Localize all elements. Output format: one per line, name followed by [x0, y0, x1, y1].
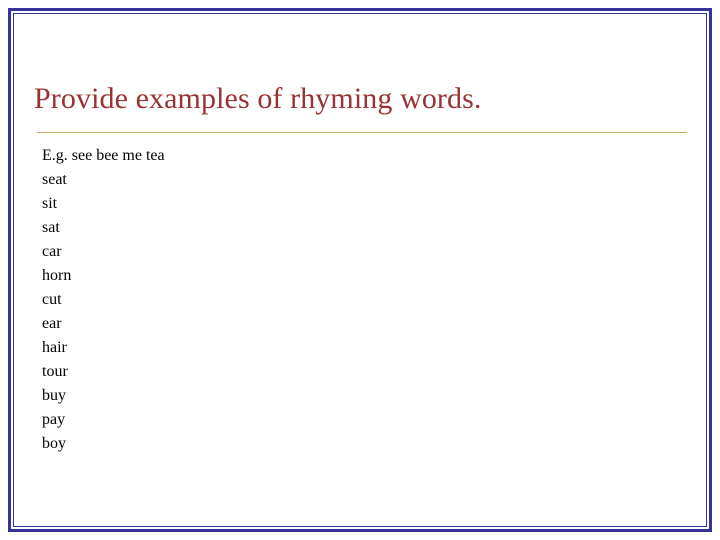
list-item: cut — [42, 291, 62, 308]
list-item: hair — [42, 339, 67, 356]
list-item: pay — [42, 411, 66, 428]
slide-content: Provide examples of rhyming words. E.g. … — [34, 30, 687, 510]
list-item: seat — [42, 171, 67, 188]
list-item: buy — [42, 387, 66, 404]
list-item: sat — [42, 219, 60, 236]
list-item: horn — [42, 267, 72, 284]
list-item: ear — [42, 315, 62, 332]
slide: Provide examples of rhyming words. E.g. … — [0, 0, 720, 540]
list-item: E.g. see bee me tea — [42, 147, 165, 164]
list-item: sit — [42, 195, 58, 212]
list-item: car — [42, 243, 62, 260]
list-item: tour — [42, 363, 68, 380]
slide-title: Provide examples of rhyming words. — [34, 82, 482, 115]
list-item: boy — [42, 435, 66, 452]
body-text-list: E.g. see bee me tea seat sit sat car hor… — [42, 144, 165, 456]
title-divider — [37, 132, 687, 133]
